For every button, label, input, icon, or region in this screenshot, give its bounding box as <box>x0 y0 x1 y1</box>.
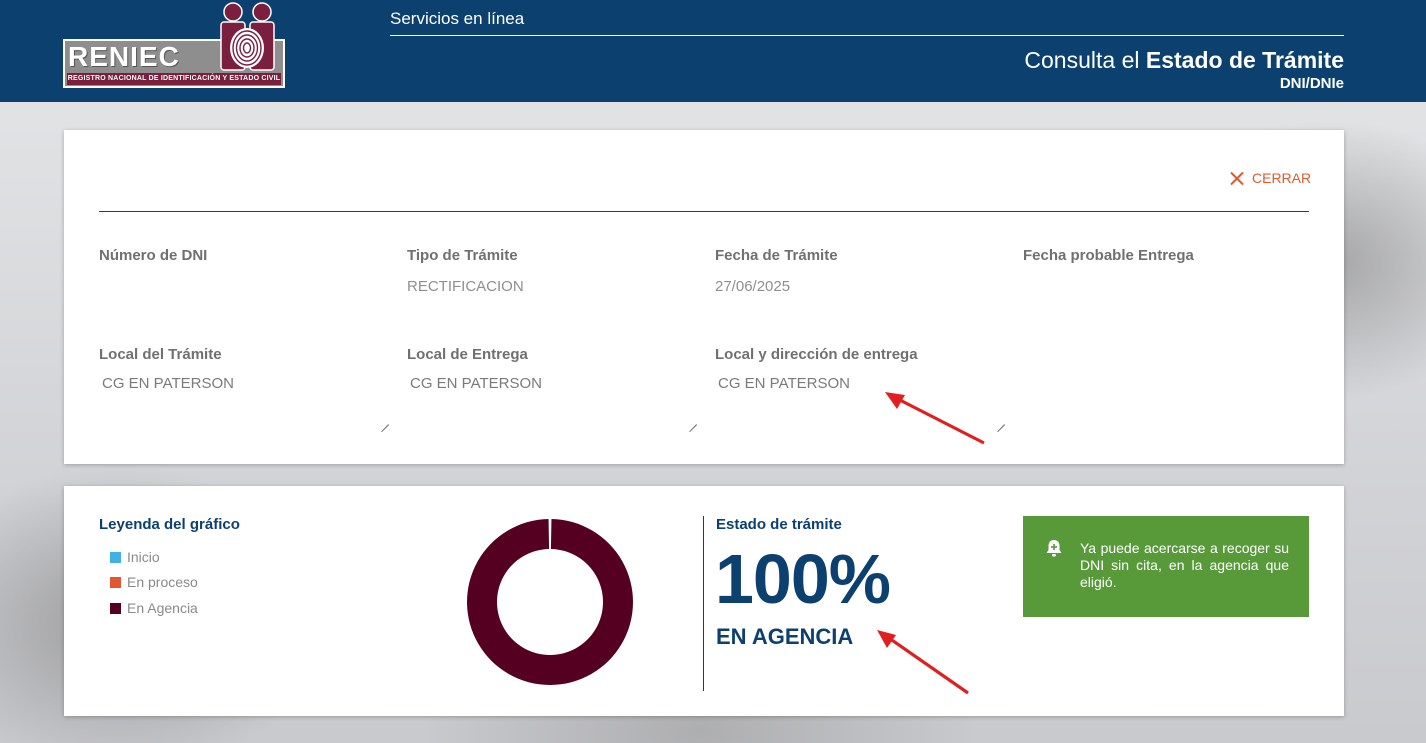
donut-slice-en-agencia <box>467 519 633 685</box>
local-entrega-value: CG EN PATERSON <box>410 375 542 392</box>
direccion-entrega-label: Local y dirección de entrega <box>715 346 918 363</box>
legend-label: En proceso <box>127 574 198 590</box>
page-title-bold: Estado de Trámite <box>1145 47 1344 73</box>
logo-figures-icon <box>220 2 275 71</box>
fecha-entrega-label: Fecha probable Entrega <box>1023 247 1194 264</box>
services-label: Servicios en línea <box>390 9 525 28</box>
page-subtitle: DNI/DNIe <box>1279 75 1344 92</box>
legend-swatch <box>110 576 121 588</box>
page-title-prefix: Consulta el <box>1024 47 1146 73</box>
status-text: EN AGENCIA <box>716 624 854 649</box>
details-divider <box>99 211 1309 212</box>
legend-item-en-proceso: En proceso <box>110 574 198 590</box>
legend-title: Leyenda del gráfico <box>99 516 240 533</box>
site-header: RENIEC REGISTRO NACIONAL DE IDENTIFICACI… <box>0 0 1426 102</box>
fecha-tramite-label: Fecha de Trámite <box>715 247 838 264</box>
direccion-entrega-textarea[interactable]: CG EN PATERSON <box>715 375 1005 425</box>
reniec-logo[interactable]: RENIEC REGISTRO NACIONAL DE IDENTIFICACI… <box>63 2 285 88</box>
resize-handle-icon[interactable] <box>689 417 697 425</box>
local-tramite-label: Local del Trámite <box>99 346 222 363</box>
details-card: CERRAR Número de DNI Tipo de Trámite REC… <box>64 130 1344 464</box>
legend-label: Inicio <box>127 549 160 565</box>
legend-swatch <box>110 551 121 563</box>
notice-text: Ya puede acercarse a recoger su DNI sin … <box>1080 540 1289 590</box>
local-tramite-textarea[interactable]: CG EN PATERSON <box>99 375 389 425</box>
close-button[interactable]: CERRAR <box>1230 170 1311 186</box>
bell-plus-icon <box>1046 540 1062 557</box>
notice-box: Ya puede acercarse a recoger su DNI sin … <box>1023 516 1309 617</box>
logo-word: RENIEC <box>68 41 180 72</box>
local-entrega-textarea[interactable]: CG EN PATERSON <box>407 375 697 425</box>
local-entrega-label: Local de Entrega <box>407 346 528 363</box>
direccion-entrega-value: CG EN PATERSON <box>718 375 850 392</box>
legend-swatch <box>110 602 121 614</box>
legend-item-inicio: Inicio <box>110 549 160 565</box>
local-tramite-value: CG EN PATERSON <box>102 375 234 392</box>
legend-item-en-agencia: En Agencia <box>110 600 198 616</box>
status-divider <box>703 516 704 691</box>
logo-subtitle: REGISTRO NACIONAL DE IDENTIFICACIÓN Y ES… <box>67 73 281 85</box>
resize-handle-icon[interactable] <box>381 417 389 425</box>
close-label: CERRAR <box>1252 170 1312 186</box>
dni-label: Número de DNI <box>99 247 208 264</box>
tipo-tramite-label: Tipo de Trámite <box>407 247 518 264</box>
status-card: Leyenda del gráfico Inicio En proceso En… <box>64 486 1344 716</box>
status-label: Estado de trámite <box>716 516 842 533</box>
status-percent: 100% <box>715 540 891 618</box>
close-icon <box>1230 171 1244 185</box>
tipo-tramite-value: RECTIFICACION <box>407 278 524 295</box>
fecha-tramite-value: 27/06/2025 <box>715 278 791 295</box>
status-donut-chart <box>467 519 633 685</box>
resize-handle-icon[interactable] <box>997 417 1005 425</box>
header-divider <box>390 35 1344 36</box>
page-title: Consulta el Estado de Trámite <box>1024 47 1344 74</box>
legend-label: En Agencia <box>127 600 198 616</box>
